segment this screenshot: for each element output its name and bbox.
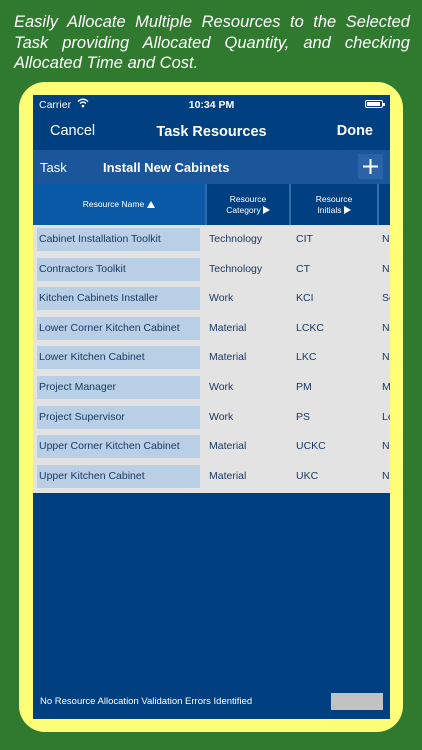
resource-category-cell: Material (209, 351, 247, 364)
resource-name-cell[interactable]: Lower Corner Kitchen Cabinet (37, 316, 200, 340)
resource-name-cell[interactable]: Project Supervisor (37, 405, 200, 429)
add-resource-button[interactable] (358, 154, 383, 179)
resource-initials-cell: PS (296, 410, 311, 423)
promo-caption: Easily Allocate Multiple Resources to th… (14, 13, 410, 72)
resource-category-cell: Technology (209, 262, 263, 275)
app-screen: Carrier 10:34 PM Cancel Task Resources D… (33, 95, 390, 719)
resource-category-cell: Work (209, 410, 234, 423)
table-row[interactable]: Cabinet Installation Toolkit Technology … (33, 225, 390, 255)
truncated-cell: N (382, 469, 390, 482)
column-header-label: Resource (315, 193, 353, 204)
truncated-cell: N (382, 233, 390, 245)
table-row[interactable]: Project Manager Work PM M (33, 373, 390, 403)
column-divider (377, 184, 379, 225)
resource-category-cell: Material (209, 440, 247, 453)
resource-name-cell[interactable]: Cabinet Installation Toolkit (37, 228, 200, 251)
status-time: 10:34 PM (188, 99, 235, 111)
table-row[interactable]: Contractors Toolkit Technology CT N (33, 255, 390, 285)
truncated-cell: N (382, 262, 390, 275)
resource-table: Cabinet Installation Toolkit Technology … (33, 225, 390, 493)
validation-status: No Resource Allocation Validation Errors… (40, 696, 253, 707)
battery-icon (365, 100, 385, 108)
table-row[interactable]: Upper Corner Kitchen Cabinet Material UC… (33, 432, 390, 462)
column-header-resource-category[interactable]: Resource Category (207, 184, 289, 225)
plus-icon (363, 159, 378, 174)
column-header-label: Initials (317, 204, 342, 215)
resource-initials-cell: KCI (296, 292, 314, 305)
table-row[interactable]: Kitchen Cabinets Installer Work KCI Se (33, 284, 390, 314)
resource-category-cell: Work (209, 292, 234, 305)
table-header: Resource Name Resource Category Resource… (33, 184, 390, 225)
column-header-label: Category (226, 204, 261, 215)
column-header-label: Resource Name (82, 199, 145, 209)
sort-right-icon (343, 205, 351, 214)
sort-ascending-icon (147, 201, 156, 208)
resource-initials-cell: CT (296, 262, 310, 275)
column-header-resource-initials[interactable]: Resource Initials (291, 184, 377, 225)
resource-category-cell: Material (209, 321, 247, 334)
task-label: Task (40, 160, 67, 175)
resource-initials-cell: UKC (296, 469, 319, 482)
resource-name-cell[interactable]: Upper Kitchen Cabinet (37, 464, 200, 488)
truncated-cell: M (382, 381, 390, 393)
truncated-cell: N (382, 351, 390, 364)
truncated-cell: Le (382, 410, 390, 423)
footer-action-button[interactable] (331, 693, 383, 710)
resource-initials-cell: UCKC (296, 440, 326, 453)
status-bar: Carrier 10:34 PM (33, 95, 390, 113)
resource-name-cell[interactable]: Upper Corner Kitchen Cabinet (37, 435, 200, 459)
resource-name-cell[interactable]: Kitchen Cabinets Installer (37, 287, 200, 311)
truncated-cell: N (382, 321, 390, 334)
column-header-label: Resource (229, 193, 267, 204)
resource-initials-cell: LCKC (296, 321, 325, 334)
resource-initials-cell: LKC (296, 351, 317, 364)
task-name: Install New Cabinets (103, 160, 230, 175)
truncated-cell: Se (382, 292, 390, 305)
resource-name-cell[interactable]: Contractors Toolkit (37, 257, 200, 281)
task-bar: Task Install New Cabinets (33, 150, 390, 184)
resource-initials-cell: PM (296, 381, 312, 393)
resource-initials-cell: CIT (296, 233, 313, 245)
resource-name-cell[interactable]: Project Manager (37, 376, 200, 399)
truncated-cell: N (382, 440, 390, 453)
done-button[interactable]: Done (337, 123, 373, 139)
resource-category-cell: Material (209, 469, 247, 482)
resource-category-cell: Technology (209, 233, 263, 245)
resource-name-cell[interactable]: Lower Kitchen Cabinet (37, 346, 200, 370)
column-header-resource-name[interactable]: Resource Name (33, 184, 205, 225)
sort-right-icon (262, 205, 270, 214)
resource-category-cell: Work (209, 381, 234, 393)
table-row[interactable]: Lower Kitchen Cabinet Material LKC N (33, 343, 390, 373)
table-row[interactable]: Lower Corner Kitchen Cabinet Material LC… (33, 314, 390, 344)
table-row[interactable]: Upper Kitchen Cabinet Material UKC N (33, 462, 390, 492)
table-row[interactable]: Project Supervisor Work PS Le (33, 403, 390, 433)
nav-bar: Cancel Task Resources Done (33, 113, 390, 150)
